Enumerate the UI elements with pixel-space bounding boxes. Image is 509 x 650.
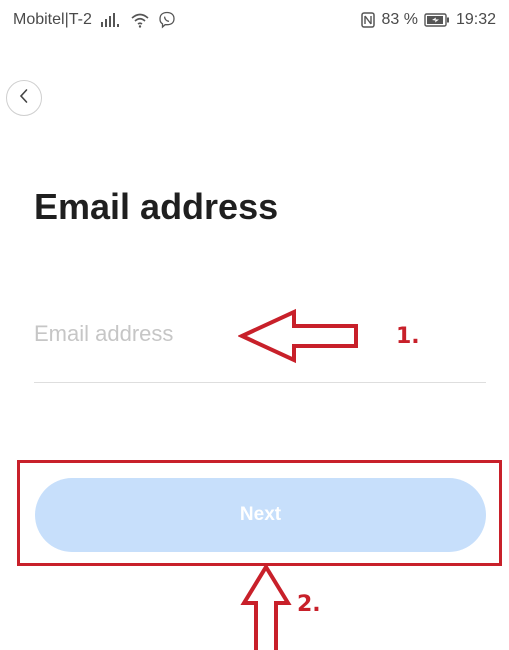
nfc-icon [361, 12, 376, 28]
screen: Mobitel|T-2 83 % 19:32 Email address Ema… [0, 0, 509, 650]
annotation-arrow-2 [240, 563, 292, 650]
annotation-label-1: 1. [396, 324, 420, 349]
wifi-icon [130, 12, 150, 28]
battery-icon [424, 13, 450, 27]
page-title: Email address [34, 186, 279, 227]
viber-icon [158, 11, 176, 29]
status-left: Mobitel|T-2 [13, 11, 176, 29]
back-button[interactable] [6, 80, 42, 116]
carrier-name: Mobitel|T-2 [13, 11, 92, 28]
chevron-left-icon [17, 87, 31, 110]
signal-icon [100, 12, 122, 28]
next-button[interactable]: Next [35, 478, 486, 552]
status-bar: Mobitel|T-2 83 % 19:32 [0, 0, 509, 40]
clock: 19:32 [455, 11, 496, 28]
battery-percent: 83 % [381, 11, 418, 28]
annotation-label-2: 2. [297, 592, 321, 617]
status-right: 83 % 19:32 [361, 11, 496, 29]
annotation-arrow-1 [238, 308, 358, 364]
